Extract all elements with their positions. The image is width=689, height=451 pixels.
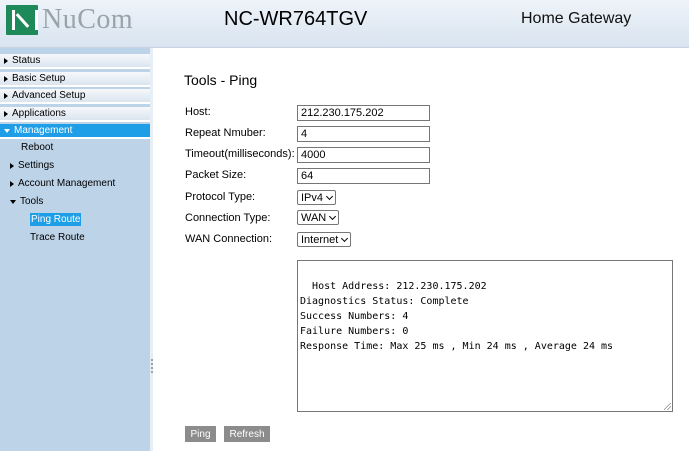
ping-result-text: Host Address: 212.230.175.202 Diagnostic… xyxy=(300,281,614,352)
timeout-label: Timeout(milliseconds): xyxy=(185,148,295,160)
sidebar: Status Basic Setup Advanced Setup Applic… xyxy=(0,48,150,451)
model-name: NC-WR764TGV xyxy=(224,8,368,30)
host-label: Host: xyxy=(185,106,211,118)
timeout-input[interactable]: 4000 xyxy=(297,147,430,163)
chevron-down-icon xyxy=(341,234,349,242)
connection-type-value: WAN xyxy=(301,211,327,224)
chevron-down-icon xyxy=(329,212,337,220)
expand-arrow-icon xyxy=(4,110,8,117)
wan-connection-value: Internet xyxy=(301,233,339,246)
sidebar-item-trace-route[interactable]: Trace Route xyxy=(30,232,85,243)
header-bar: NuCom NC-WR764TGV Home Gateway xyxy=(0,0,689,48)
product-name: Home Gateway xyxy=(521,10,632,27)
sidebar-item-tools[interactable]: Tools xyxy=(10,196,43,207)
chevron-down-icon xyxy=(325,192,334,200)
refresh-button[interactable]: Refresh xyxy=(224,426,270,442)
protocol-type-value: IPv4 xyxy=(301,191,324,204)
sidebar-item-label: Management xyxy=(14,125,73,136)
host-input[interactable]: 212.230.175.202 xyxy=(297,105,430,121)
protocol-type-label: Protocol Type: xyxy=(185,191,256,203)
packet-size-label: Packet Size: xyxy=(185,169,247,181)
nucom-logo-icon xyxy=(6,5,38,35)
repeat-number-input[interactable]: 4 xyxy=(297,126,430,142)
expand-arrow-icon xyxy=(10,180,14,187)
sidebar-item-label: Advanced Setup xyxy=(12,90,86,101)
sidebar-item-basic-setup[interactable]: Basic Setup xyxy=(0,72,150,87)
collapse-arrow-icon xyxy=(4,128,10,133)
sidebar-item-ping-route[interactable]: Ping Route xyxy=(30,213,82,226)
connection-type-select[interactable]: WAN xyxy=(297,210,340,225)
sidebar-item-status[interactable]: Status xyxy=(0,54,150,69)
resize-handle-icon[interactable] xyxy=(664,403,671,410)
sidebar-item-applications[interactable]: Applications xyxy=(0,107,150,122)
ping-button[interactable]: Ping xyxy=(185,426,216,442)
connection-type-label: Connection Type: xyxy=(185,212,271,224)
brand-logo: NuCom xyxy=(6,4,133,36)
ping-result-textarea[interactable]: Host Address: 212.230.175.202 Diagnostic… xyxy=(297,260,673,412)
sidebar-divider[interactable] xyxy=(150,48,153,451)
brand-name: NuCom xyxy=(42,4,134,35)
page-title: Tools - Ping xyxy=(184,72,258,88)
protocol-type-select[interactable]: IPv4 xyxy=(297,190,337,205)
packet-size-input[interactable]: 64 xyxy=(297,168,430,184)
expand-arrow-icon xyxy=(10,162,14,169)
sidebar-item-account-management[interactable]: Account Management xyxy=(10,178,115,189)
wan-connection-select[interactable]: Internet xyxy=(297,232,352,247)
sidebar-item-label: Basic Setup xyxy=(12,73,66,84)
expand-arrow-icon xyxy=(4,57,8,64)
repeat-number-label: Repeat Nmuber: xyxy=(185,127,266,139)
wan-connection-label: WAN Connection: xyxy=(185,233,273,245)
collapse-arrow-icon xyxy=(10,199,16,204)
sidebar-item-management[interactable]: Management xyxy=(0,124,150,139)
expand-arrow-icon xyxy=(4,92,8,99)
sidebar-item-label: Applications xyxy=(12,108,66,119)
sidebar-item-label: Status xyxy=(12,55,41,66)
sidebar-item-advanced-setup[interactable]: Advanced Setup xyxy=(0,89,150,104)
resize-grip-icon[interactable] xyxy=(151,358,153,374)
expand-arrow-icon xyxy=(4,75,8,82)
sidebar-item-settings[interactable]: Settings xyxy=(10,160,54,171)
sidebar-item-reboot[interactable]: Reboot xyxy=(21,142,53,153)
